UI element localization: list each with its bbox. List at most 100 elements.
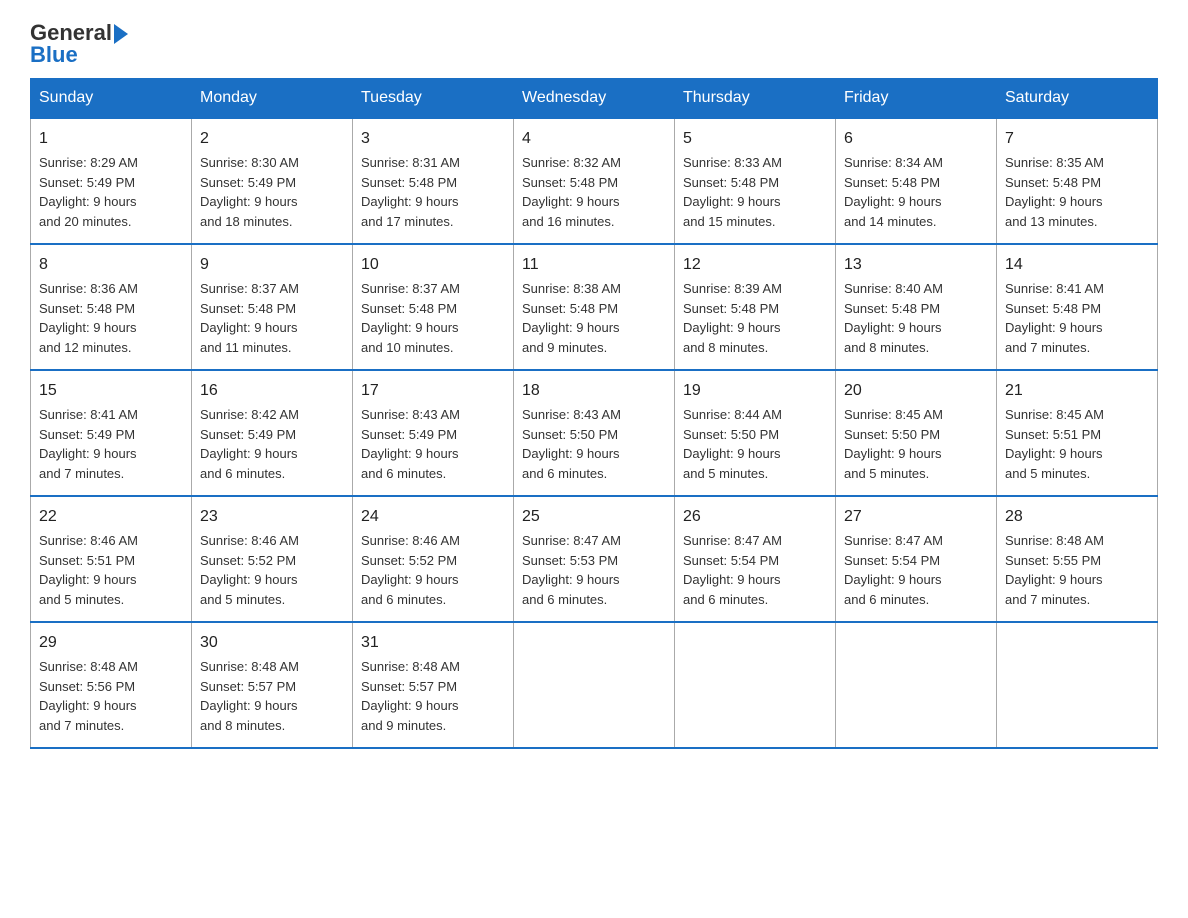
day-info: Sunrise: 8:48 AMSunset: 5:57 PMDaylight:… xyxy=(200,657,344,735)
calendar-day-cell xyxy=(675,622,836,748)
logo-arrow-icon xyxy=(114,24,128,44)
calendar-day-cell: 28Sunrise: 8:48 AMSunset: 5:55 PMDayligh… xyxy=(997,496,1158,622)
calendar-day-cell: 15Sunrise: 8:41 AMSunset: 5:49 PMDayligh… xyxy=(31,370,192,496)
calendar-day-cell: 4Sunrise: 8:32 AMSunset: 5:48 PMDaylight… xyxy=(514,118,675,244)
day-info: Sunrise: 8:36 AMSunset: 5:48 PMDaylight:… xyxy=(39,279,183,357)
calendar-day-cell xyxy=(514,622,675,748)
calendar-day-cell: 29Sunrise: 8:48 AMSunset: 5:56 PMDayligh… xyxy=(31,622,192,748)
calendar-day-cell xyxy=(836,622,997,748)
day-number: 6 xyxy=(844,127,988,151)
day-number: 27 xyxy=(844,505,988,529)
day-number: 13 xyxy=(844,253,988,277)
day-number: 18 xyxy=(522,379,666,403)
day-number: 14 xyxy=(1005,253,1149,277)
calendar-day-cell: 31Sunrise: 8:48 AMSunset: 5:57 PMDayligh… xyxy=(353,622,514,748)
calendar-day-header: Friday xyxy=(836,79,997,119)
day-number: 16 xyxy=(200,379,344,403)
calendar-day-cell: 22Sunrise: 8:46 AMSunset: 5:51 PMDayligh… xyxy=(31,496,192,622)
page-header: General Blue xyxy=(30,20,1158,68)
day-info: Sunrise: 8:45 AMSunset: 5:51 PMDaylight:… xyxy=(1005,405,1149,483)
day-number: 30 xyxy=(200,631,344,655)
day-number: 23 xyxy=(200,505,344,529)
day-number: 29 xyxy=(39,631,183,655)
day-info: Sunrise: 8:48 AMSunset: 5:55 PMDaylight:… xyxy=(1005,531,1149,609)
day-info: Sunrise: 8:42 AMSunset: 5:49 PMDaylight:… xyxy=(200,405,344,483)
calendar-day-cell: 18Sunrise: 8:43 AMSunset: 5:50 PMDayligh… xyxy=(514,370,675,496)
day-number: 11 xyxy=(522,253,666,277)
day-info: Sunrise: 8:47 AMSunset: 5:53 PMDaylight:… xyxy=(522,531,666,609)
calendar-day-cell: 24Sunrise: 8:46 AMSunset: 5:52 PMDayligh… xyxy=(353,496,514,622)
calendar-day-cell: 6Sunrise: 8:34 AMSunset: 5:48 PMDaylight… xyxy=(836,118,997,244)
calendar-day-cell: 11Sunrise: 8:38 AMSunset: 5:48 PMDayligh… xyxy=(514,244,675,370)
day-info: Sunrise: 8:46 AMSunset: 5:52 PMDaylight:… xyxy=(200,531,344,609)
day-number: 9 xyxy=(200,253,344,277)
day-info: Sunrise: 8:39 AMSunset: 5:48 PMDaylight:… xyxy=(683,279,827,357)
calendar-week-row: 8Sunrise: 8:36 AMSunset: 5:48 PMDaylight… xyxy=(31,244,1158,370)
calendar-day-header: Saturday xyxy=(997,79,1158,119)
day-info: Sunrise: 8:32 AMSunset: 5:48 PMDaylight:… xyxy=(522,153,666,231)
day-info: Sunrise: 8:37 AMSunset: 5:48 PMDaylight:… xyxy=(200,279,344,357)
day-number: 20 xyxy=(844,379,988,403)
calendar-day-cell: 3Sunrise: 8:31 AMSunset: 5:48 PMDaylight… xyxy=(353,118,514,244)
logo: General Blue xyxy=(30,20,128,68)
calendar-day-header: Wednesday xyxy=(514,79,675,119)
day-info: Sunrise: 8:35 AMSunset: 5:48 PMDaylight:… xyxy=(1005,153,1149,231)
day-info: Sunrise: 8:29 AMSunset: 5:49 PMDaylight:… xyxy=(39,153,183,231)
day-number: 19 xyxy=(683,379,827,403)
calendar-day-cell: 1Sunrise: 8:29 AMSunset: 5:49 PMDaylight… xyxy=(31,118,192,244)
day-number: 5 xyxy=(683,127,827,151)
calendar-day-cell: 9Sunrise: 8:37 AMSunset: 5:48 PMDaylight… xyxy=(192,244,353,370)
day-info: Sunrise: 8:34 AMSunset: 5:48 PMDaylight:… xyxy=(844,153,988,231)
calendar-day-header: Monday xyxy=(192,79,353,119)
calendar-day-cell: 14Sunrise: 8:41 AMSunset: 5:48 PMDayligh… xyxy=(997,244,1158,370)
calendar-day-cell: 16Sunrise: 8:42 AMSunset: 5:49 PMDayligh… xyxy=(192,370,353,496)
day-info: Sunrise: 8:30 AMSunset: 5:49 PMDaylight:… xyxy=(200,153,344,231)
calendar-day-cell: 19Sunrise: 8:44 AMSunset: 5:50 PMDayligh… xyxy=(675,370,836,496)
calendar-day-header: Sunday xyxy=(31,79,192,119)
day-info: Sunrise: 8:44 AMSunset: 5:50 PMDaylight:… xyxy=(683,405,827,483)
day-info: Sunrise: 8:31 AMSunset: 5:48 PMDaylight:… xyxy=(361,153,505,231)
day-number: 21 xyxy=(1005,379,1149,403)
calendar-header-row: SundayMondayTuesdayWednesdayThursdayFrid… xyxy=(31,79,1158,119)
calendar-week-row: 15Sunrise: 8:41 AMSunset: 5:49 PMDayligh… xyxy=(31,370,1158,496)
day-number: 12 xyxy=(683,253,827,277)
day-info: Sunrise: 8:38 AMSunset: 5:48 PMDaylight:… xyxy=(522,279,666,357)
day-info: Sunrise: 8:40 AMSunset: 5:48 PMDaylight:… xyxy=(844,279,988,357)
day-info: Sunrise: 8:46 AMSunset: 5:52 PMDaylight:… xyxy=(361,531,505,609)
day-info: Sunrise: 8:45 AMSunset: 5:50 PMDaylight:… xyxy=(844,405,988,483)
day-info: Sunrise: 8:43 AMSunset: 5:50 PMDaylight:… xyxy=(522,405,666,483)
calendar-body: 1Sunrise: 8:29 AMSunset: 5:49 PMDaylight… xyxy=(31,118,1158,748)
calendar-day-cell: 30Sunrise: 8:48 AMSunset: 5:57 PMDayligh… xyxy=(192,622,353,748)
calendar-day-cell: 7Sunrise: 8:35 AMSunset: 5:48 PMDaylight… xyxy=(997,118,1158,244)
day-info: Sunrise: 8:46 AMSunset: 5:51 PMDaylight:… xyxy=(39,531,183,609)
day-number: 4 xyxy=(522,127,666,151)
day-info: Sunrise: 8:41 AMSunset: 5:48 PMDaylight:… xyxy=(1005,279,1149,357)
day-number: 25 xyxy=(522,505,666,529)
day-number: 17 xyxy=(361,379,505,403)
day-number: 10 xyxy=(361,253,505,277)
day-number: 31 xyxy=(361,631,505,655)
calendar-day-cell: 13Sunrise: 8:40 AMSunset: 5:48 PMDayligh… xyxy=(836,244,997,370)
calendar-day-cell: 10Sunrise: 8:37 AMSunset: 5:48 PMDayligh… xyxy=(353,244,514,370)
calendar-day-header: Tuesday xyxy=(353,79,514,119)
day-info: Sunrise: 8:41 AMSunset: 5:49 PMDaylight:… xyxy=(39,405,183,483)
day-number: 7 xyxy=(1005,127,1149,151)
calendar-day-cell: 25Sunrise: 8:47 AMSunset: 5:53 PMDayligh… xyxy=(514,496,675,622)
calendar-day-cell: 21Sunrise: 8:45 AMSunset: 5:51 PMDayligh… xyxy=(997,370,1158,496)
day-number: 2 xyxy=(200,127,344,151)
day-number: 1 xyxy=(39,127,183,151)
calendar-day-cell: 23Sunrise: 8:46 AMSunset: 5:52 PMDayligh… xyxy=(192,496,353,622)
calendar-week-row: 29Sunrise: 8:48 AMSunset: 5:56 PMDayligh… xyxy=(31,622,1158,748)
calendar-day-cell: 8Sunrise: 8:36 AMSunset: 5:48 PMDaylight… xyxy=(31,244,192,370)
day-info: Sunrise: 8:48 AMSunset: 5:57 PMDaylight:… xyxy=(361,657,505,735)
calendar-day-cell: 17Sunrise: 8:43 AMSunset: 5:49 PMDayligh… xyxy=(353,370,514,496)
day-info: Sunrise: 8:33 AMSunset: 5:48 PMDaylight:… xyxy=(683,153,827,231)
day-info: Sunrise: 8:48 AMSunset: 5:56 PMDaylight:… xyxy=(39,657,183,735)
calendar-week-row: 22Sunrise: 8:46 AMSunset: 5:51 PMDayligh… xyxy=(31,496,1158,622)
day-number: 3 xyxy=(361,127,505,151)
calendar-day-cell: 26Sunrise: 8:47 AMSunset: 5:54 PMDayligh… xyxy=(675,496,836,622)
day-info: Sunrise: 8:37 AMSunset: 5:48 PMDaylight:… xyxy=(361,279,505,357)
calendar-day-cell xyxy=(997,622,1158,748)
day-number: 24 xyxy=(361,505,505,529)
logo-blue-text: Blue xyxy=(30,42,78,68)
